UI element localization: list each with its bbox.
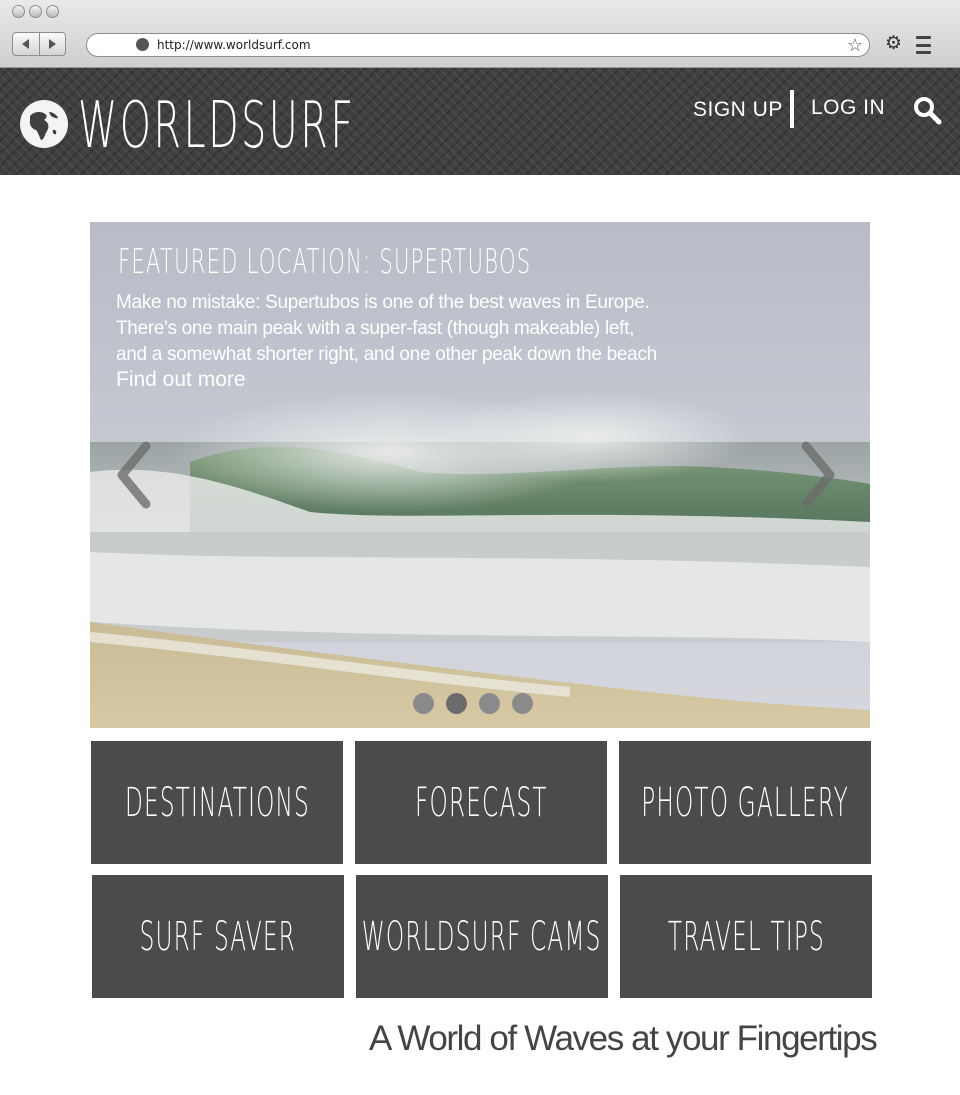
tile-surf-saver[interactable]: SURF SAVER [92, 875, 344, 998]
slide-dot-3[interactable] [479, 693, 500, 714]
nav-divider [790, 90, 794, 128]
tile-forecast[interactable]: FORECAST [355, 741, 607, 864]
site-logo[interactable]: WORLDSURF [78, 86, 356, 166]
login-link[interactable]: LOG IN [811, 96, 885, 120]
slide-dot-2[interactable] [446, 693, 467, 714]
back-button[interactable] [13, 33, 39, 55]
url-text[interactable]: http://www.worldsurf.com [157, 38, 311, 52]
address-bar[interactable]: http://www.worldsurf.com ☆ [86, 33, 870, 57]
search-icon[interactable] [912, 95, 942, 125]
tile-worldsurf-cams[interactable]: WORLDSURF CAMS [356, 875, 608, 998]
browser-toolbar: http://www.worldsurf.com ☆ ⚙ [0, 0, 960, 68]
description-line: Make no mistake: Supertubos is one of th… [116, 292, 650, 313]
site-header: WORLDSURF [0, 68, 960, 175]
tagline: A World of Waves at your Fingertips [369, 1019, 878, 1058]
minimize-window-button[interactable] [29, 5, 42, 18]
window-controls [12, 5, 59, 18]
featured-carousel[interactable]: FEATURED LOCATION: SUPERTUBOS Make no mi… [90, 222, 870, 728]
forward-button[interactable] [38, 33, 66, 55]
zoom-window-button[interactable] [46, 5, 59, 18]
tile-photo-gallery[interactable]: PHOTO GALLERY [619, 741, 871, 864]
tile-travel-tips[interactable]: TRAVEL TIPS [620, 875, 872, 998]
description-line: and a somewhat shorter right, and one ot… [116, 344, 657, 365]
tile-label: PHOTO GALLERY [641, 779, 849, 826]
globe-logo-icon[interactable] [20, 100, 68, 148]
chevron-right-icon[interactable] [796, 440, 838, 510]
globe-icon [136, 38, 149, 51]
back-icon [21, 39, 29, 49]
chevron-left-icon[interactable] [114, 440, 156, 510]
description-line: There's one main peak with a super-fast … [116, 318, 635, 339]
tile-label: DESTINATIONS [124, 779, 310, 826]
forward-icon [49, 39, 57, 49]
signup-link[interactable]: SIGN UP [693, 98, 783, 122]
slide-dot-1[interactable] [413, 693, 434, 714]
slide-dot-4[interactable] [512, 693, 533, 714]
history-buttons [12, 32, 66, 56]
tile-destinations[interactable]: DESTINATIONS [91, 741, 343, 864]
gear-icon[interactable]: ⚙ [885, 34, 902, 54]
carousel-pagination [413, 693, 533, 714]
featured-description: Make no mistake: Supertubos is one of th… [116, 290, 726, 368]
tile-label: FORECAST [414, 779, 548, 826]
tile-label: TRAVEL TIPS [667, 913, 825, 960]
menu-icon[interactable] [916, 36, 931, 54]
tile-label: WORLDSURF CAMS [362, 913, 602, 960]
close-window-button[interactable] [12, 5, 25, 18]
star-icon[interactable]: ☆ [847, 35, 863, 55]
find-out-more-link[interactable]: Find out more [116, 368, 246, 392]
featured-title: FEATURED LOCATION: SUPERTUBOS [118, 242, 532, 282]
tile-label: SURF SAVER [139, 913, 297, 960]
